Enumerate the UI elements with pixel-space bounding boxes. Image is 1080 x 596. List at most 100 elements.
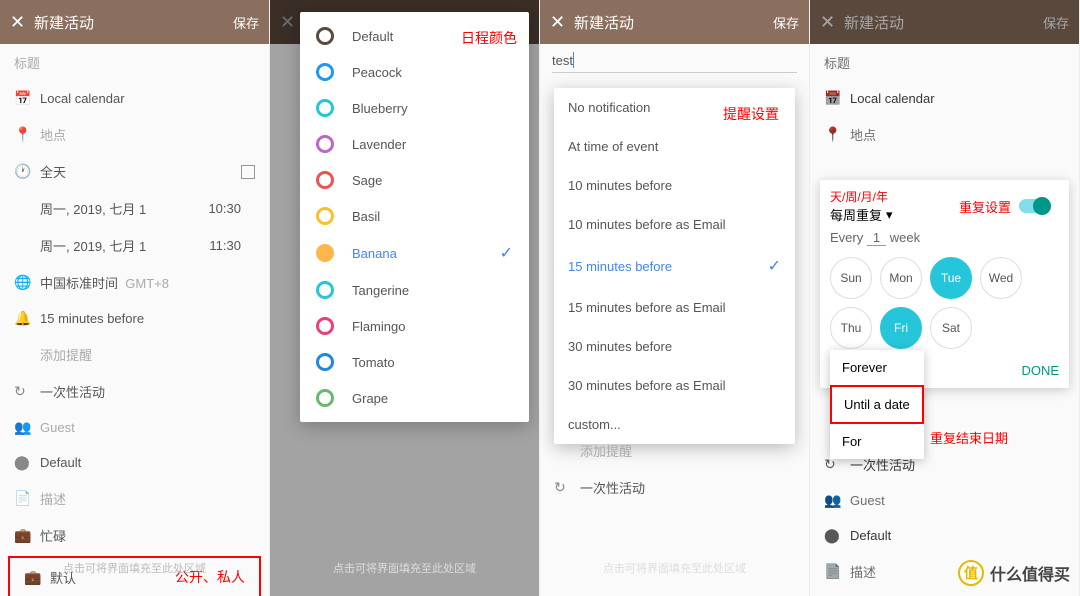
location-icon: 📍 (14, 126, 40, 143)
watermark: 值 什么值得买 (958, 560, 1070, 586)
color-swatch-icon (316, 244, 334, 262)
repeat-icon: ↻ (554, 479, 580, 496)
color-swatch-icon (316, 63, 334, 81)
end-option-forever[interactable]: Forever (830, 350, 924, 385)
color-option-sage[interactable]: Sage (300, 162, 529, 198)
watermark-badge-icon: 值 (958, 560, 984, 586)
save-button[interactable]: 保存 (233, 13, 259, 32)
reminder-option[interactable]: 10 minutes before as Email (554, 205, 795, 244)
color-option-grape[interactable]: Grape (300, 380, 529, 416)
color-swatch-icon (316, 389, 334, 407)
repeat-frequency-dropdown[interactable]: 每周重复▾ (830, 205, 959, 224)
close-icon[interactable]: ✕ (820, 12, 844, 33)
repeat-row[interactable]: ↻一次性活动 (0, 373, 269, 410)
add-reminder[interactable]: 添加提醒 (540, 432, 809, 469)
start-datetime[interactable]: 周一, 2019, 七月 110:30 (0, 190, 269, 227)
color-swatch-icon (316, 99, 334, 117)
location-row[interactable]: 📍地点 (0, 116, 269, 153)
check-icon: ✓ (768, 256, 781, 276)
color-option-peacock[interactable]: Peacock (300, 54, 529, 90)
color-option-banana[interactable]: Banana✓ (300, 234, 529, 272)
color-swatch-icon (316, 353, 334, 371)
repeat-row[interactable]: ↻一次性活动 (810, 446, 1079, 483)
color-dot-icon: ⬤ (14, 454, 40, 471)
repeat-row[interactable]: ↻一次性活动 (540, 469, 809, 506)
title-input[interactable]: 标题 (0, 44, 269, 81)
footer-hint: 点击可将界面填充至此处区域 (540, 560, 809, 576)
globe-icon: 🌐 (14, 274, 40, 291)
repeat-freq-annotation: 天/周/月/年 (830, 188, 959, 205)
header: ✕ 新建活动 保存 (810, 0, 1079, 44)
title-input[interactable]: 标题 (810, 44, 1079, 81)
note-icon: 📄 (14, 490, 40, 507)
calendar-icon: 📅 (14, 90, 40, 107)
color-swatch-icon (316, 135, 334, 153)
color-swatch-icon (316, 207, 334, 225)
close-icon[interactable]: ✕ (550, 12, 574, 33)
people-icon: 👥 (14, 419, 40, 436)
header: ✕ 新建活动 保存 (540, 0, 809, 44)
reminder-option[interactable]: 30 minutes before (554, 327, 795, 366)
calendar-row[interactable]: 📅Local calendar (0, 81, 269, 116)
briefcase-icon: 💼 (14, 527, 40, 544)
panel-repeat-settings: ✕ 新建活动 保存 标题 📅Local calendar 📍地点 天/周/月/年… (810, 0, 1080, 596)
reminder-option[interactable]: At time of event (554, 127, 795, 166)
header: ✕ 新建活动 保存 (0, 0, 269, 44)
day-wed[interactable]: Wed (980, 257, 1022, 299)
panel-color-picker: ✕ 新建活动 保存 DefaultPeacockBlueberryLavende… (270, 0, 540, 596)
color-option-flamingo[interactable]: Flamingo (300, 308, 529, 344)
color-annotation: 日程颜色 (461, 28, 517, 48)
color-swatch-icon (316, 27, 334, 45)
reminder-option[interactable]: 30 minutes before as Email (554, 366, 795, 405)
color-swatch-icon (316, 317, 334, 335)
description-row[interactable]: 📄描述 (0, 480, 269, 517)
color-option-lavender[interactable]: Lavender (300, 126, 529, 162)
day-sun[interactable]: Sun (830, 257, 872, 299)
done-button[interactable]: DONE (1021, 363, 1059, 378)
color-option-tangerine[interactable]: Tangerine (300, 272, 529, 308)
clock-icon: 🕐 (14, 163, 40, 180)
day-tue[interactable]: Tue (930, 257, 972, 299)
end-datetime[interactable]: 周一, 2019, 七月 111:30 (0, 227, 269, 264)
check-icon: ✓ (500, 243, 513, 263)
close-icon[interactable]: ✕ (10, 12, 34, 33)
busy-row[interactable]: 💼忙碌 (0, 517, 269, 554)
reminder-annotation: 提醒设置 (723, 104, 779, 124)
guest-row[interactable]: 👥Guest (810, 483, 1079, 518)
day-fri[interactable]: Fri (880, 307, 922, 349)
allday-checkbox[interactable] (241, 165, 255, 179)
color-option-tomato[interactable]: Tomato (300, 344, 529, 380)
color-option-basil[interactable]: Basil (300, 198, 529, 234)
panel-reminder-picker: ✕ 新建活动 保存 test No notificationAt time of… (540, 0, 810, 596)
guest-row[interactable]: 👥Guest (0, 410, 269, 445)
footer-hint: 点击可将界面填充至此处区域 (270, 560, 539, 576)
every-row: Every 1 week (820, 226, 1069, 249)
footer-hint: 点击可将界面填充至此处区域 (0, 560, 269, 576)
day-mon[interactable]: Mon (880, 257, 922, 299)
color-swatch-icon (316, 281, 334, 299)
add-reminder[interactable]: 添加提醒 (0, 336, 269, 373)
repeat-annotation: 重复设置 (959, 197, 1011, 216)
end-annotation: 重复结束日期 (930, 428, 1008, 447)
reminder-option[interactable]: 15 minutes before✓ (554, 244, 795, 288)
every-input[interactable]: 1 (867, 230, 886, 246)
location-row[interactable]: 📍地点 (810, 116, 1079, 153)
allday-row[interactable]: 🕐全天 (0, 153, 269, 190)
reminder-row[interactable]: 🔔15 minutes before (0, 301, 269, 336)
color-option-blueberry[interactable]: Blueberry (300, 90, 529, 126)
color-row[interactable]: ⬤Default (0, 445, 269, 480)
reminder-option[interactable]: 15 minutes before as Email (554, 288, 795, 327)
day-thu[interactable]: Thu (830, 307, 872, 349)
title-input[interactable]: test (552, 48, 797, 73)
color-dialog: DefaultPeacockBlueberryLavenderSageBasil… (300, 12, 529, 422)
day-sat[interactable]: Sat (930, 307, 972, 349)
timezone-row[interactable]: 🌐中国标准时间 GMT+8 (0, 264, 269, 301)
calendar-row[interactable]: 📅Local calendar (810, 81, 1079, 116)
reminder-option[interactable]: 10 minutes before (554, 166, 795, 205)
repeat-toggle[interactable] (1019, 199, 1049, 213)
chevron-down-icon: ▾ (886, 207, 893, 223)
color-row[interactable]: ⬤Default (810, 518, 1079, 553)
end-dropdown: Forever Until a date For (830, 350, 924, 459)
color-swatch-icon (316, 171, 334, 189)
end-option-until-date[interactable]: Until a date (830, 385, 924, 424)
